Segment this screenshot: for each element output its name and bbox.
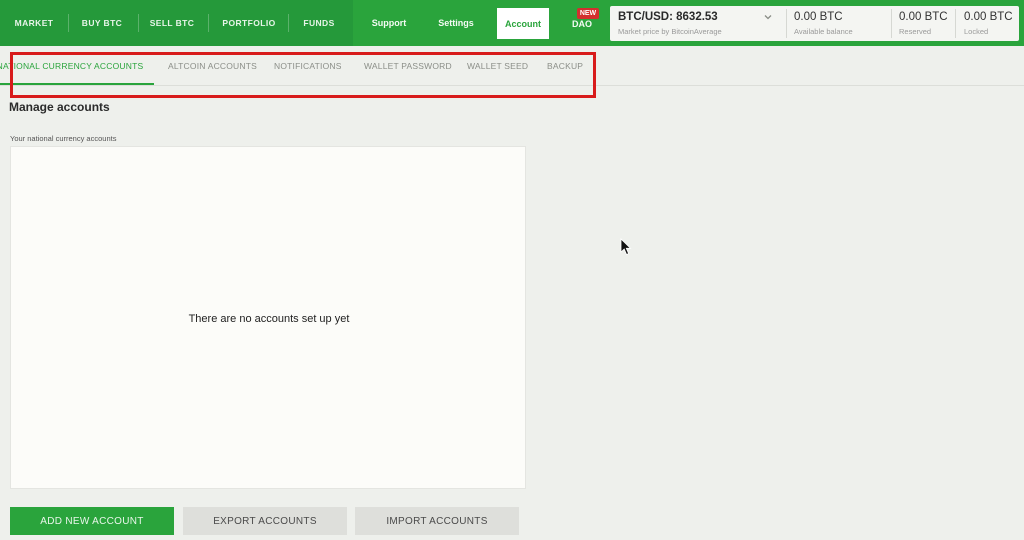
tab-label: NATIONAL CURRENCY ACCOUNTS [0, 61, 144, 71]
price-label: Market price by BitcoinAverage [618, 27, 722, 36]
reserved-balance: 0.00 BTC Reserved [892, 6, 954, 41]
nav-buy-btc[interactable]: BUY BTC [76, 0, 128, 46]
available-balance: 0.00 BTC Available balance [787, 6, 891, 41]
locked-balance: 0.00 BTC Locked [956, 6, 1019, 41]
nav-market[interactable]: MARKET [8, 0, 60, 46]
active-tab-indicator [0, 83, 154, 85]
account-subnav: NATIONAL CURRENCY ACCOUNTS ALTCOIN ACCOU… [0, 46, 1024, 86]
top-navigation-bar: MARKET BUY BTC SELL BTC PORTFOLIO FUNDS … [0, 0, 1024, 46]
locked-balance-label: Locked [964, 27, 989, 36]
nav-account-button[interactable]: Account [497, 8, 549, 39]
nav-support[interactable]: Support [364, 0, 414, 46]
nav-divider [208, 14, 209, 32]
nav-divider [138, 14, 139, 32]
price-value: BTC/USD: 8632.53 [618, 11, 718, 23]
nav-divider [288, 14, 289, 32]
tab-backup[interactable]: BACKUP [547, 46, 583, 86]
balance-panel: BTC/USD: 8632.53 Market price by Bitcoin… [610, 6, 1019, 41]
empty-state-message: There are no accounts set up yet [188, 313, 350, 325]
accounts-list[interactable]: There are no accounts set up yet [10, 146, 526, 489]
nav-dao[interactable]: DAO [570, 4, 594, 44]
nav-divider [68, 14, 69, 32]
nav-sell-btc[interactable]: SELL BTC [146, 0, 198, 46]
chevron-down-icon[interactable] [763, 12, 773, 22]
available-balance-value: 0.00 BTC [794, 11, 843, 23]
nav-settings[interactable]: Settings [432, 0, 480, 46]
tab-wallet-password[interactable]: WALLET PASSWORD [364, 46, 452, 86]
tab-notifications[interactable]: NOTIFICATIONS [274, 46, 342, 86]
tab-national-currency-accounts[interactable]: NATIONAL CURRENCY ACCOUNTS [0, 46, 154, 86]
import-accounts-button[interactable]: IMPORT ACCOUNTS [355, 507, 519, 535]
reserved-balance-label: Reserved [899, 27, 932, 36]
locked-balance-value: 0.00 BTC [964, 11, 1013, 23]
mouse-pointer-icon [620, 238, 632, 256]
nav-funds[interactable]: FUNDS [296, 0, 342, 46]
tab-wallet-seed[interactable]: WALLET SEED [467, 46, 528, 86]
tab-altcoin-accounts[interactable]: ALTCOIN ACCOUNTS [168, 46, 257, 86]
export-accounts-button[interactable]: EXPORT ACCOUNTS [183, 507, 347, 535]
add-new-account-button[interactable]: ADD NEW ACCOUNT [10, 507, 174, 535]
nav-portfolio[interactable]: PORTFOLIO [218, 0, 280, 46]
page-title: Manage accounts [9, 100, 110, 114]
price-selector[interactable]: BTC/USD: 8632.53 Market price by Bitcoin… [610, 6, 785, 41]
accounts-section-label: Your national currency accounts [10, 134, 117, 143]
available-balance-label: Available balance [794, 27, 853, 36]
reserved-balance-value: 0.00 BTC [899, 11, 948, 23]
